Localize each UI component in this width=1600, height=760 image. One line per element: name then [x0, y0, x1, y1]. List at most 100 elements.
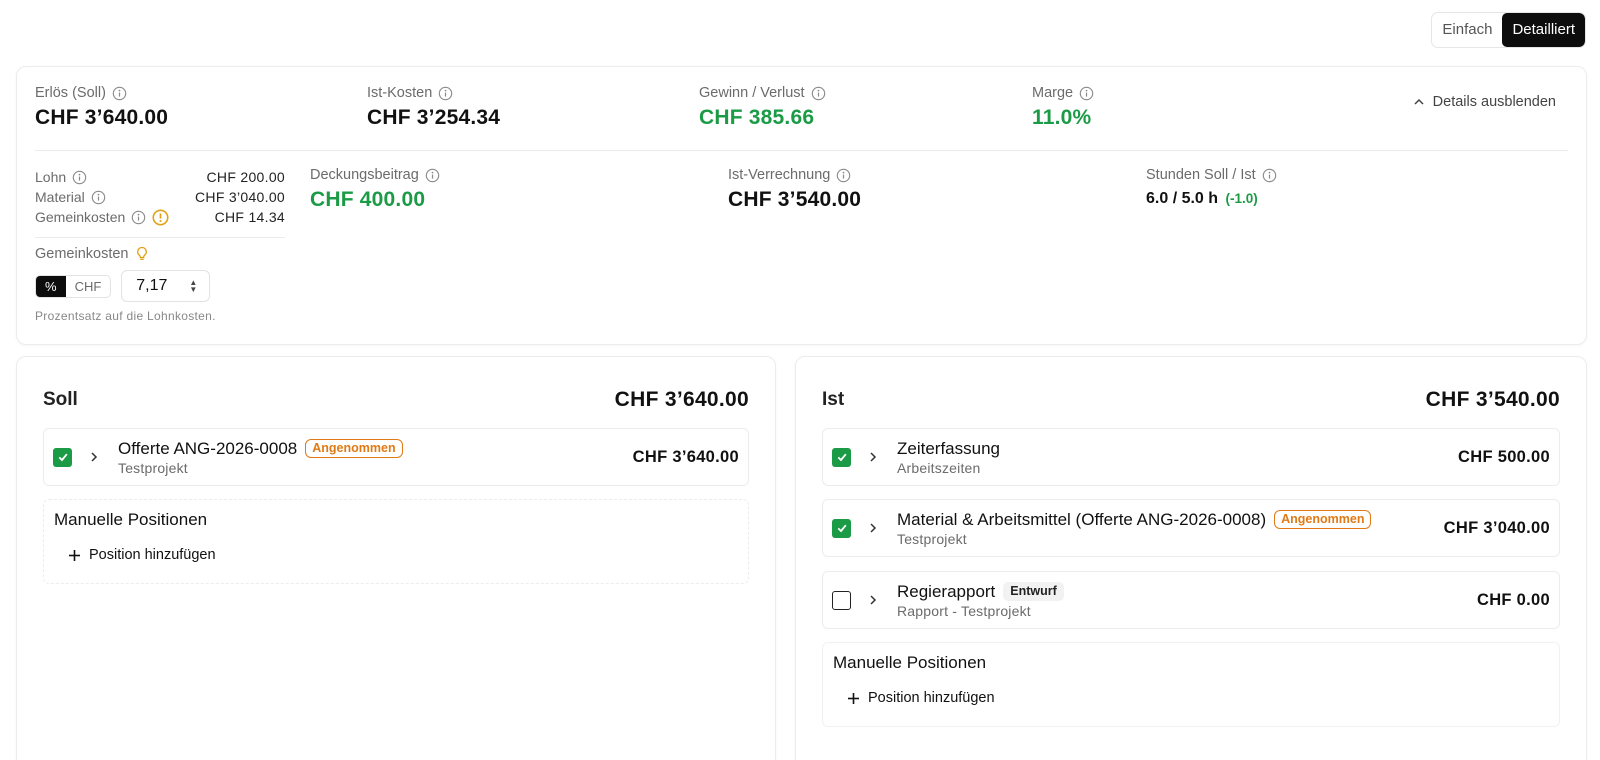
- kpi-contribution: Deckungsbeitrag CHF 400.00: [310, 167, 440, 212]
- breakdown-row-overhead: Gemeinkosten CHF 14.34: [35, 207, 285, 227]
- manual-positions-title: Manuelle Positionen: [833, 653, 987, 672]
- view-detailed-button[interactable]: Detailliert: [1502, 13, 1585, 47]
- view-simple-button[interactable]: Einfach: [1432, 13, 1502, 47]
- divider: [35, 237, 285, 238]
- soll-total: CHF 3’640.00: [614, 388, 749, 411]
- soll-item-offer: Offerte ANG-2026-0008 Angenommen Testpro…: [43, 428, 749, 486]
- info-icon[interactable]: [131, 210, 146, 225]
- breakdown-label: Gemeinkosten: [35, 209, 126, 225]
- kpi-hours-label: Stunden Soll / Ist: [1146, 167, 1256, 183]
- expand-chevron-icon[interactable]: [863, 522, 883, 534]
- item-subtitle: Rapport - Testprojekt: [897, 602, 1031, 619]
- info-icon[interactable]: [425, 168, 440, 183]
- kpi-margin: Marge 11.0%: [1032, 85, 1094, 130]
- kpi-contribution-value: CHF 400.00: [310, 188, 426, 211]
- add-position-label: Position hinzufügen: [868, 690, 995, 706]
- plus-icon: [848, 692, 859, 704]
- kpi-profit-value: CHF 385.66: [699, 106, 815, 129]
- breakdown-value: CHF 200.00: [206, 169, 285, 185]
- kpi-hours-value: 6.0 / 5.0 h: [1146, 190, 1219, 207]
- kpi-margin-label: Marge: [1032, 85, 1074, 101]
- soll-title: Soll: [43, 389, 78, 410]
- include-checkbox[interactable]: [832, 590, 851, 610]
- expand-chevron-icon[interactable]: [863, 451, 883, 463]
- expand-chevron-icon[interactable]: [84, 451, 104, 463]
- lightbulb-icon: [136, 246, 147, 260]
- ist-manual-positions: Manuelle Positionen Position hinzufügen: [822, 642, 1560, 727]
- breakdown-value: CHF 3’040.00: [195, 189, 285, 205]
- breakdown-label: Lohn: [35, 169, 67, 185]
- hide-details-button[interactable]: Details ausblenden: [1413, 94, 1556, 110]
- ist-item-time-tracking: Zeiterfassung Arbeitszeiten CHF 500.00: [822, 428, 1560, 486]
- info-icon[interactable]: [1262, 168, 1277, 183]
- item-title: Offerte ANG-2026-0008: [118, 438, 298, 458]
- kpi-profit-label: Gewinn / Verlust: [699, 85, 805, 101]
- add-position-label: Position hinzufügen: [89, 547, 216, 563]
- status-badge: Angenommen: [1274, 510, 1372, 529]
- chevron-up-icon: [1414, 98, 1424, 105]
- include-checkbox[interactable]: [53, 447, 72, 467]
- kpi-actual-billing: Ist-Verrechnung CHF 3’540.00: [728, 167, 861, 212]
- info-icon[interactable]: [836, 168, 851, 183]
- check-icon: [837, 453, 846, 462]
- plus-icon: [69, 549, 80, 561]
- warning-icon[interactable]: [152, 208, 169, 226]
- overhead-rate-value: 7,17: [136, 277, 168, 294]
- info-icon[interactable]: [438, 86, 453, 101]
- kpi-revenue: Erlös (Soll) CHF 3’640.00: [35, 85, 168, 130]
- item-title: Material & Arbeitsmittel (Offerte ANG-20…: [897, 509, 1267, 529]
- check-icon: [58, 453, 67, 462]
- info-icon[interactable]: [72, 170, 87, 185]
- item-amount: CHF 500.00: [1458, 447, 1550, 466]
- overhead-rate-input[interactable]: 7,17 ▲ ▼: [121, 270, 211, 302]
- ist-panel: Ist CHF 3’540.00 Zeiterfassung Arbeitsze…: [795, 356, 1587, 760]
- overhead-label: Gemeinkosten: [35, 246, 129, 262]
- overhead-hint: Prozentsatz auf die Lohnkosten.: [35, 309, 216, 323]
- breakdown-label: Material: [35, 189, 85, 205]
- item-title: Regierapport: [897, 581, 996, 601]
- info-icon[interactable]: [112, 86, 127, 101]
- summary-card: Erlös (Soll) CHF 3’640.00 Ist-Kosten CHF…: [16, 66, 1587, 345]
- kpi-hours: Stunden Soll / Ist 6.0 / 5.0 h (-1.0): [1146, 167, 1277, 208]
- kpi-actual-billing-value: CHF 3’540.00: [728, 188, 862, 211]
- breakdown-row-material: Material CHF 3’040.00: [35, 187, 285, 207]
- add-position-button[interactable]: Position hinzufügen: [847, 690, 995, 706]
- check-icon: [837, 524, 846, 533]
- overhead-mode-toggle: % CHF: [35, 274, 112, 298]
- info-icon[interactable]: [1079, 86, 1094, 101]
- kpi-margin-value: 11.0%: [1032, 106, 1092, 129]
- item-amount: CHF 3’040.00: [1443, 518, 1550, 537]
- kpi-actual-billing-label: Ist-Verrechnung: [728, 167, 831, 183]
- status-badge: Angenommen: [305, 439, 403, 458]
- divider: [35, 150, 1568, 151]
- ist-item-work-report: Regierapport Entwurf Rapport - Testproje…: [822, 571, 1560, 629]
- overhead-mode-percent[interactable]: %: [36, 275, 66, 297]
- kpi-actual-costs: Ist-Kosten CHF 3’254.34: [367, 85, 500, 130]
- include-checkbox[interactable]: [832, 447, 851, 467]
- breakdown-value: CHF 14.34: [214, 209, 285, 225]
- item-title: Zeiterfassung: [897, 438, 1000, 458]
- include-checkbox[interactable]: [832, 518, 851, 538]
- item-subtitle: Arbeitszeiten: [897, 459, 981, 476]
- stepper-icon[interactable]: ▲ ▼: [189, 279, 197, 294]
- info-icon[interactable]: [91, 190, 106, 205]
- view-toggle: Einfach Detailliert: [1431, 12, 1586, 48]
- status-badge: Entwurf: [1003, 582, 1064, 601]
- expand-chevron-icon[interactable]: [863, 594, 883, 606]
- kpi-hours-delta: (-1.0): [1225, 191, 1258, 206]
- cost-breakdown: Lohn CHF 200.00 Material CHF 3’040.00 Ge…: [35, 167, 285, 323]
- soll-manual-positions: Manuelle Positionen Position hinzufügen: [43, 499, 749, 584]
- info-icon[interactable]: [811, 86, 826, 101]
- soll-panel: Soll CHF 3’640.00 Offerte ANG-2026-0008 …: [16, 356, 776, 760]
- overhead-mode-chf[interactable]: CHF: [66, 276, 111, 297]
- kpi-revenue-label: Erlös (Soll): [35, 85, 106, 101]
- item-subtitle: Testprojekt: [897, 530, 967, 547]
- kpi-revenue-value: CHF 3’640.00: [35, 106, 169, 129]
- add-position-button[interactable]: Position hinzufügen: [68, 547, 216, 563]
- ist-item-material: Material & Arbeitsmittel (Offerte ANG-20…: [822, 499, 1560, 557]
- overhead-controls: % CHF 7,17 ▲ ▼: [35, 270, 285, 302]
- ist-total: CHF 3’540.00: [1425, 388, 1560, 411]
- kpi-profit: Gewinn / Verlust CHF 385.66: [699, 85, 826, 130]
- item-subtitle: Testprojekt: [118, 459, 188, 476]
- kpi-actual-costs-label: Ist-Kosten: [367, 85, 433, 101]
